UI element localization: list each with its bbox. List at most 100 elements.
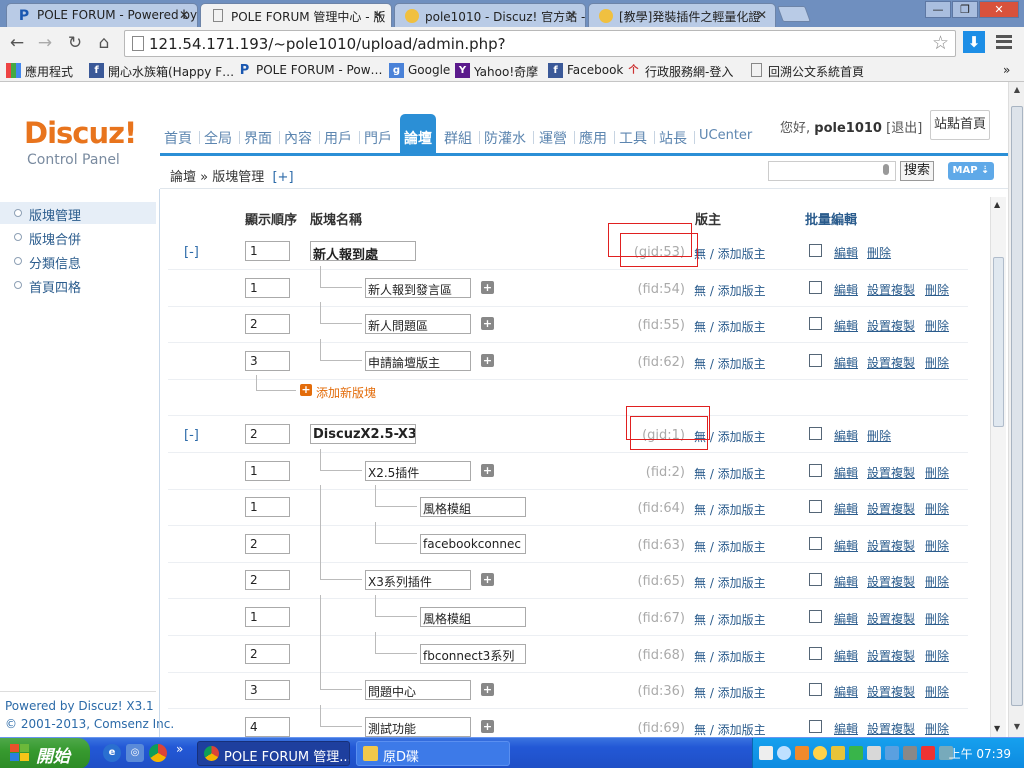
tray-shield-icon[interactable]	[831, 746, 845, 760]
edit-link[interactable]: 編輯	[834, 683, 858, 700]
copy-settings-link[interactable]: 設置複製	[867, 281, 915, 298]
start-button[interactable]: 開始	[0, 738, 90, 768]
delete-link[interactable]: 刪除	[925, 573, 949, 590]
close-icon[interactable]: ✕	[567, 8, 577, 22]
batch-checkbox[interactable]	[809, 427, 822, 440]
forum-name-input[interactable]: DiscuzX2.5-X3.	[310, 424, 416, 444]
order-input[interactable]: 1	[245, 607, 290, 627]
order-input[interactable]: 1	[245, 497, 290, 518]
delete-link[interactable]: 刪除	[925, 610, 949, 627]
add-subforum-icon[interactable]: +	[481, 317, 494, 331]
close-icon[interactable]: ✕	[179, 8, 189, 22]
nav-home[interactable]: 首頁	[164, 128, 192, 148]
tray-network-icon[interactable]	[867, 746, 881, 760]
nav-global[interactable]: 全局	[204, 128, 232, 148]
moderator-link[interactable]: 無 / 添加版主	[694, 245, 766, 262]
edit-link[interactable]: 編輯	[834, 537, 858, 554]
copy-settings-link[interactable]: 設置複製	[867, 354, 915, 371]
batch-checkbox[interactable]	[809, 536, 822, 550]
edit-link[interactable]: 編輯	[834, 464, 858, 481]
moderator-link[interactable]: 無 / 添加版主	[694, 355, 766, 372]
batch-checkbox[interactable]	[809, 646, 822, 660]
bookmark-apps[interactable]: 應用程式	[6, 63, 73, 80]
ie-icon[interactable]: e	[103, 744, 121, 762]
tray-keyboard-icon[interactable]	[759, 746, 773, 760]
copy-settings-link[interactable]: 設置複製	[867, 573, 915, 590]
batch-checkbox[interactable]	[809, 280, 822, 294]
scroll-up-icon[interactable]: ▲	[1011, 85, 1023, 97]
scroll-up-icon[interactable]: ▲	[994, 200, 1000, 209]
address-bar[interactable]: 121.54.171.193/~pole1010/upload/admin.ph…	[124, 30, 956, 57]
edit-link[interactable]: 編輯	[834, 317, 858, 334]
bookmark-pole-forum[interactable]: P POLE FORUM - Pow…	[237, 63, 383, 78]
close-icon[interactable]: ✕	[757, 8, 767, 22]
copy-settings-link[interactable]: 設置複製	[867, 720, 915, 737]
edit-link[interactable]: 編輯	[834, 427, 858, 444]
close-window-button[interactable]: ✕	[979, 1, 1019, 18]
edit-link[interactable]: 編輯	[834, 647, 858, 664]
collapse-toggle[interactable]: [-]	[184, 428, 199, 443]
copy-settings-link[interactable]: 設置複製	[867, 647, 915, 664]
batch-checkbox[interactable]	[809, 610, 822, 623]
site-home-button[interactable]: 站點首頁	[930, 110, 990, 140]
forum-name-input[interactable]: fbconnect3系列	[420, 643, 526, 664]
batch-checkbox[interactable]	[809, 317, 822, 331]
batch-checkbox[interactable]	[809, 500, 822, 514]
nav-apps[interactable]: 應用	[579, 128, 607, 148]
order-input[interactable]: 2	[245, 570, 290, 591]
order-input[interactable]: 4	[245, 716, 290, 737]
chrome-icon[interactable]	[149, 744, 167, 762]
moderator-link[interactable]: 無 / 添加版主	[694, 282, 766, 299]
menu-icon[interactable]	[996, 35, 1012, 49]
order-input[interactable]: 2	[245, 424, 290, 444]
add-subforum-icon[interactable]: +	[481, 683, 494, 697]
star-icon[interactable]: ☆	[932, 32, 949, 54]
add-subforum-icon[interactable]: +	[481, 280, 494, 294]
copy-settings-link[interactable]: 設置複製	[867, 500, 915, 517]
forum-name-input[interactable]: X2.5插件	[365, 460, 471, 481]
bookmark-gov-login[interactable]: 个行政服務網-登入	[626, 63, 734, 80]
bookmark-archive[interactable]: 回溯公文系統首頁	[749, 63, 864, 80]
edit-link[interactable]: 編輯	[834, 244, 858, 261]
bookmarks-more[interactable]: »	[1003, 63, 1010, 77]
copy-settings-link[interactable]: 設置複製	[867, 610, 915, 627]
forum-name-input[interactable]: 新人報到處	[310, 241, 416, 261]
forum-name-input[interactable]: 測試功能	[365, 716, 471, 737]
forum-name-input[interactable]: 問題中心	[365, 680, 471, 701]
tab-admin[interactable]: POLE FORUM 管理中心 - 版 ✕	[200, 3, 392, 28]
tray-security-icon[interactable]	[849, 746, 863, 760]
delete-link[interactable]: 刪除	[925, 500, 949, 517]
maximize-button[interactable]: ❐	[952, 1, 978, 18]
batch-checkbox[interactable]	[809, 353, 822, 367]
nav-users[interactable]: 用戶	[324, 128, 352, 148]
batch-checkbox[interactable]	[809, 683, 822, 697]
map-button[interactable]: MAP ⇣	[948, 162, 994, 180]
copy-settings-link[interactable]: 設置複製	[867, 537, 915, 554]
delete-link[interactable]: 刪除	[867, 427, 891, 444]
nav-forum[interactable]: 論壇	[400, 114, 436, 154]
nav-content[interactable]: 內容	[284, 128, 312, 148]
copy-settings-link[interactable]: 設置複製	[867, 317, 915, 334]
nav-antispam[interactable]: 防灌水	[484, 128, 526, 148]
order-input[interactable]: 2	[245, 533, 290, 554]
delete-link[interactable]: 刪除	[925, 281, 949, 298]
media-icon[interactable]: ◎	[126, 744, 144, 762]
logout-link[interactable]: [退出]	[886, 121, 922, 136]
batch-checkbox[interactable]	[809, 244, 822, 257]
edit-link[interactable]: 編輯	[834, 281, 858, 298]
batch-checkbox[interactable]	[809, 719, 822, 733]
tray-alert-icon[interactable]	[921, 746, 935, 760]
add-subforum-icon[interactable]: +	[481, 719, 494, 733]
tab-discuz-official[interactable]: pole1010 - Discuz! 官方站 - ✕	[394, 3, 586, 27]
delete-link[interactable]: 刪除	[925, 647, 949, 664]
moderator-link[interactable]: 無 / 添加版主	[694, 501, 766, 518]
header-batch-edit[interactable]: 批量編輯	[805, 209, 857, 228]
tray-device-icon[interactable]	[903, 746, 917, 760]
task-pole-forum[interactable]: POLE FORUM 管理...	[197, 741, 350, 766]
batch-checkbox[interactable]	[809, 573, 822, 587]
scroll-thumb[interactable]	[993, 257, 1004, 427]
edit-link[interactable]: 編輯	[834, 610, 858, 627]
forum-name-input[interactable]: 新人報到發言區	[365, 277, 471, 298]
tray-volume-icon[interactable]	[885, 746, 899, 760]
moderator-link[interactable]: 無 / 添加版主	[694, 574, 766, 591]
